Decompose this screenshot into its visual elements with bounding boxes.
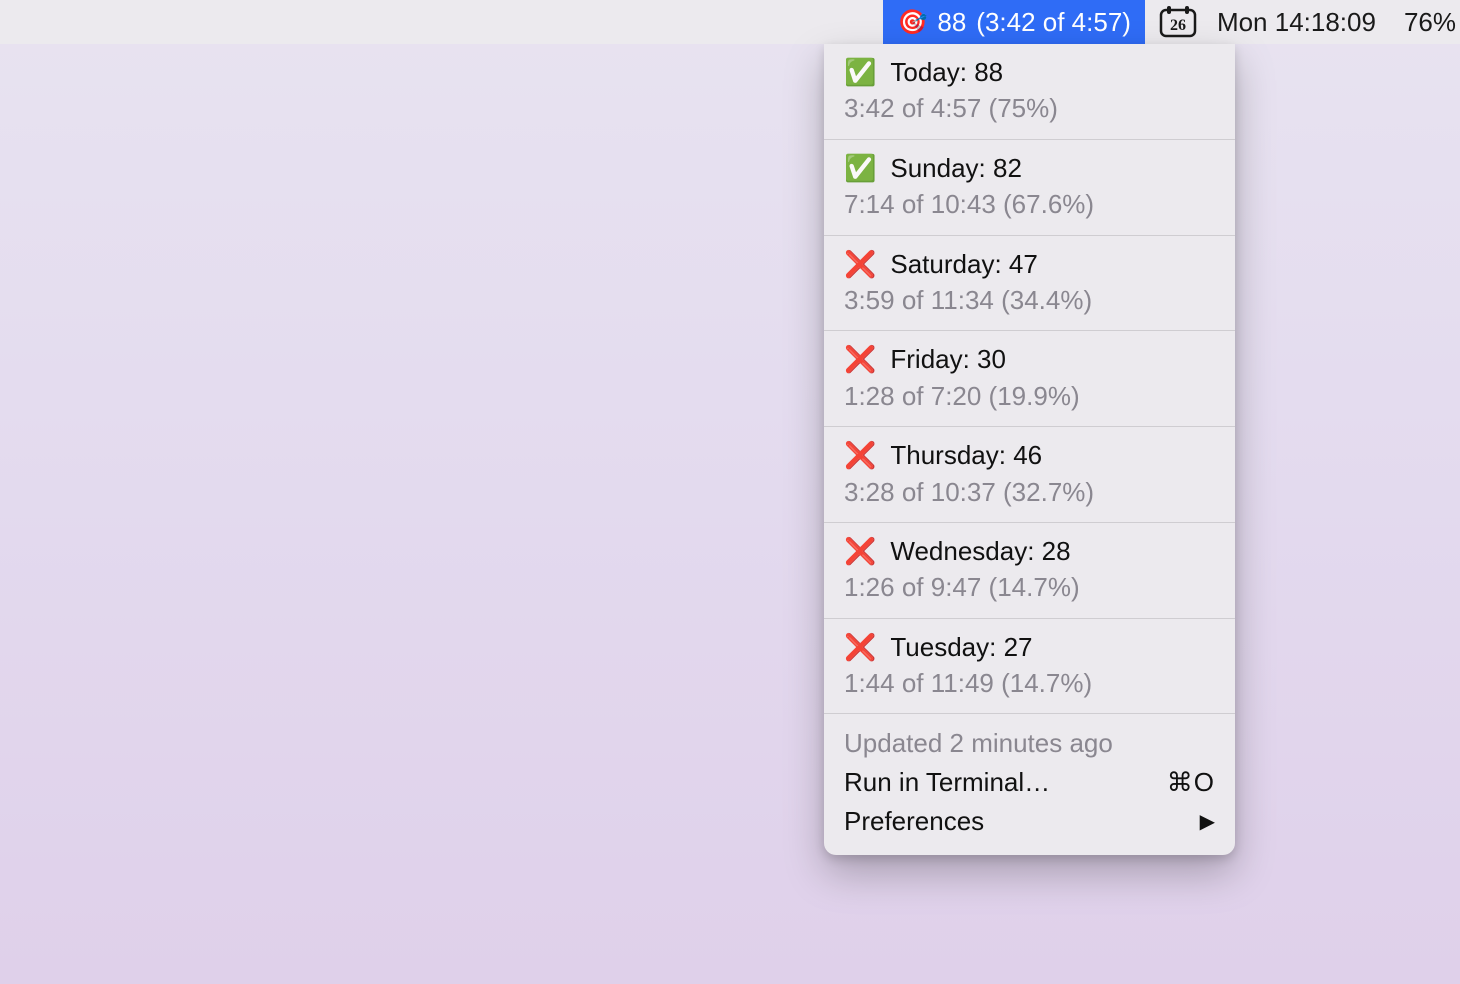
day-row[interactable]: ✅ Sunday: 827:14 of 10:43 (67.6%) bbox=[824, 140, 1235, 236]
day-row-title: ✅ Today: 88 bbox=[844, 54, 1215, 90]
day-row-title: ❌ Wednesday: 28 bbox=[844, 533, 1215, 569]
day-row-label: Friday: 30 bbox=[890, 341, 1006, 377]
menubar-app-item[interactable]: 🎯 88 (3:42 of 4:57) bbox=[883, 0, 1144, 44]
day-row-sub: 1:26 of 9:47 (14.7%) bbox=[844, 569, 1215, 605]
day-row[interactable]: ❌ Thursday: 463:28 of 10:37 (32.7%) bbox=[824, 427, 1235, 523]
day-row-label: Sunday: 82 bbox=[890, 150, 1022, 186]
day-row-sub: 1:28 of 7:20 (19.9%) bbox=[844, 378, 1215, 414]
day-row-sub: 3:59 of 11:34 (34.4%) bbox=[844, 282, 1215, 318]
menubar-clock-text: Mon 14:18:09 bbox=[1217, 7, 1376, 38]
day-row-title: ✅ Sunday: 82 bbox=[844, 150, 1215, 186]
day-row[interactable]: ✅ Today: 883:42 of 4:57 (75%) bbox=[824, 44, 1235, 140]
dropdown-footer: Updated 2 minutes ago Run in Terminal… ⌘… bbox=[824, 714, 1235, 855]
day-row[interactable]: ❌ Tuesday: 271:44 of 11:49 (14.7%) bbox=[824, 619, 1235, 715]
day-row-title: ❌ Friday: 30 bbox=[844, 341, 1215, 377]
run-in-terminal-label: Run in Terminal… bbox=[844, 763, 1050, 802]
preferences-item[interactable]: Preferences ▶ bbox=[844, 802, 1215, 841]
day-row-label: Saturday: 47 bbox=[890, 246, 1037, 282]
chevron-right-icon: ▶ bbox=[1200, 807, 1215, 837]
target-icon: 🎯 bbox=[897, 8, 927, 37]
day-row-label: Wednesday: 28 bbox=[890, 533, 1070, 569]
cross-icon: ❌ bbox=[844, 533, 876, 569]
cross-icon: ❌ bbox=[844, 341, 876, 377]
day-row-sub: 7:14 of 10:43 (67.6%) bbox=[844, 186, 1215, 222]
menubar: 🎯 88 (3:42 of 4:57) 26 Mon 14:18:09 76% bbox=[0, 0, 1460, 44]
dropdown-menu: ✅Today: 883:42 of 4:57 (75%)✅Sunday: 827… bbox=[824, 44, 1235, 855]
day-row-title: ❌ Tuesday: 27 bbox=[844, 629, 1215, 665]
check-icon: ✅ bbox=[844, 54, 876, 90]
cross-icon: ❌ bbox=[844, 437, 876, 473]
run-in-terminal-shortcut: ⌘O bbox=[1167, 763, 1215, 802]
day-row-sub: 3:28 of 10:37 (32.7%) bbox=[844, 474, 1215, 510]
check-icon: ✅ bbox=[844, 150, 876, 186]
svg-text:26: 26 bbox=[1170, 17, 1186, 34]
preferences-label: Preferences bbox=[844, 802, 984, 841]
menubar-clock-item[interactable]: 26 Mon 14:18:09 bbox=[1145, 0, 1390, 44]
menubar-timing: (3:42 of 4:57) bbox=[976, 7, 1131, 38]
day-row-sub: 3:42 of 4:57 (75%) bbox=[844, 90, 1215, 126]
day-row-title: ❌ Saturday: 47 bbox=[844, 246, 1215, 282]
cross-icon: ❌ bbox=[844, 629, 876, 665]
menubar-score: 88 bbox=[937, 7, 966, 38]
day-row-label: Tuesday: 27 bbox=[890, 629, 1032, 665]
day-row[interactable]: ❌ Saturday: 473:59 of 11:34 (34.4%) bbox=[824, 236, 1235, 332]
day-row[interactable]: ❌ Wednesday: 281:26 of 9:47 (14.7%) bbox=[824, 523, 1235, 619]
updated-text: Updated 2 minutes ago bbox=[844, 724, 1215, 763]
calendar-icon: 26 bbox=[1159, 6, 1197, 38]
day-row-title: ❌ Thursday: 46 bbox=[844, 437, 1215, 473]
run-in-terminal-item[interactable]: Run in Terminal… ⌘O bbox=[844, 763, 1215, 802]
menubar-battery-item[interactable]: 76% bbox=[1390, 0, 1460, 44]
day-row[interactable]: ❌ Friday: 301:28 of 7:20 (19.9%) bbox=[824, 331, 1235, 427]
day-row-label: Today: 88 bbox=[890, 54, 1003, 90]
day-row-sub: 1:44 of 11:49 (14.7%) bbox=[844, 665, 1215, 701]
battery-percent: 76% bbox=[1404, 7, 1456, 38]
cross-icon: ❌ bbox=[844, 246, 876, 282]
day-row-label: Thursday: 46 bbox=[890, 437, 1042, 473]
